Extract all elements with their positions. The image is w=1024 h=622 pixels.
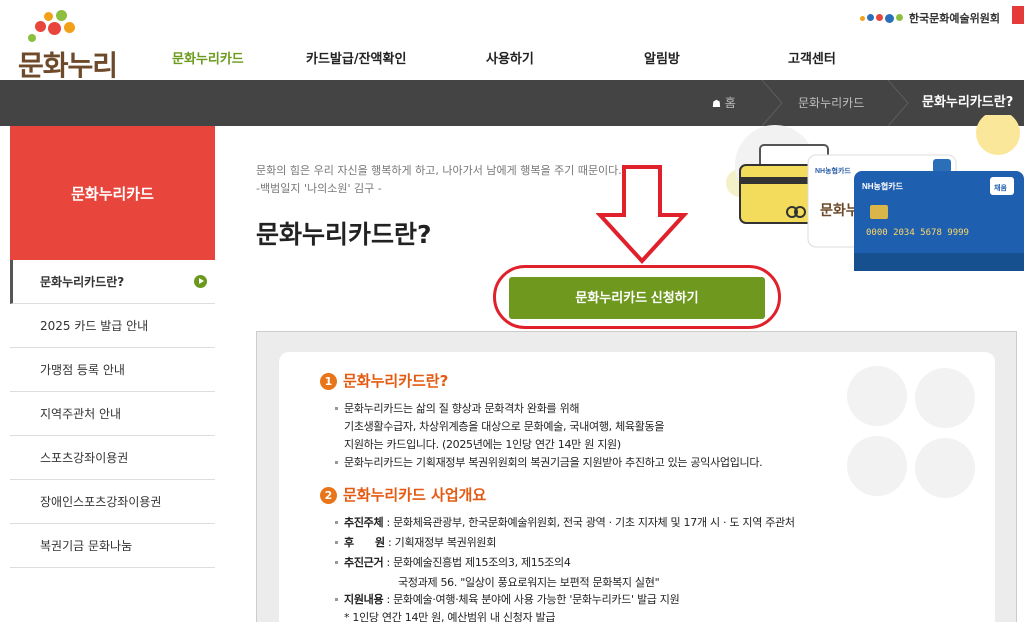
- page-title: 문화누리카드란?: [256, 220, 432, 249]
- section1-line: 문화누리카드는 기획재정부 복권위원회의 복권기금을 지원받아 추진하고 있는 …: [344, 456, 763, 469]
- bullet-icon: [335, 598, 338, 601]
- row-label: 추진주체: [344, 516, 384, 529]
- culture-card-illustration: NH농협카드 문화누리 NH농협카드 채움 0000 2034 5678 999…: [726, 115, 1024, 271]
- nav-issue-balance[interactable]: 카드발급/잔액확인: [306, 48, 406, 67]
- decor-circle: [847, 366, 907, 426]
- sidebar-item-merchant[interactable]: 가맹점 등록 안내: [10, 348, 215, 392]
- row-text: : 기획재정부 복권위원회: [384, 536, 497, 549]
- section2-row: 추진근거 : 문화예술진흥법 제15조의3, 제15조의4: [344, 554, 571, 570]
- sidebar-item-sports[interactable]: 스포츠강좌이용권: [10, 436, 215, 480]
- sidebar-item-label: 문화누리카드란?: [40, 275, 125, 289]
- section2-row: 지원내용 : 문화예술·여행·체육 분야에 사용 가능한 '문화누리카드' 발급…: [344, 591, 680, 607]
- row-label: 후 원: [344, 536, 385, 549]
- section1-line: 기초생활수급자, 차상위계층을 대상으로 문화예술, 국내여행, 체육활동을: [344, 420, 665, 433]
- sidebar: 문화누리카드 문화누리카드란? 2025 카드 발급 안내 가맹점 등록 안내 …: [10, 126, 215, 622]
- section1-title: 문화누리카드란?: [343, 372, 449, 390]
- bullet-icon: [335, 407, 338, 410]
- bullet-icon: [335, 561, 338, 564]
- sidebar-item-label: 장애인스포츠강좌이용권: [40, 495, 162, 509]
- card-back-brand: NH농협카드: [815, 166, 851, 175]
- quote-author: -백범일지 '나의소원' 김구 -: [256, 182, 382, 195]
- sidebar-item-disabled-sports[interactable]: 장애인스포츠강좌이용권: [10, 480, 215, 524]
- page: 문화누리 문화누리카드 카드발급/잔액확인 사용하기 알림방 고객센터 한국문화…: [0, 0, 1024, 622]
- sidebar-item-label: 지역주관처 안내: [40, 407, 122, 421]
- bullet-icon: [335, 461, 338, 464]
- sidebar-title: 문화누리카드: [10, 126, 215, 260]
- row-text: : 문화체육관광부, 한국문화예술위원회, 전국 광역 · 기초 지자체 및 1…: [383, 516, 795, 529]
- bullet-icon: [335, 541, 338, 544]
- nav-notice[interactable]: 알림방: [644, 48, 680, 67]
- section1-line: 지원하는 카드입니다. (2025년에는 1인당 연간 14만 원 지원): [344, 438, 621, 451]
- sidebar-item-regional[interactable]: 지역주관처 안내: [10, 392, 215, 436]
- section2-row: 국정과제 56. "일상이 풍요로워지는 보편적 문화복지 실현": [398, 574, 660, 590]
- main-nav: 문화누리카드 카드발급/잔액확인 사용하기 알림방 고객센터: [0, 48, 900, 70]
- home-icon: ☗: [712, 99, 721, 110]
- breadcrumb-home-label: 홈: [724, 96, 736, 110]
- sidebar-item-about[interactable]: 문화누리카드란?: [10, 260, 215, 304]
- arrow-right-icon: [194, 275, 207, 288]
- nav-culture-card[interactable]: 문화누리카드: [172, 48, 244, 67]
- card-number: 0000 2034 5678 9999: [866, 228, 969, 238]
- section1-line: 문화누리카드는 삶의 질 향상과 문화격차 완화를 위해: [344, 402, 580, 415]
- nav-usage[interactable]: 사용하기: [486, 48, 534, 67]
- org-name: 한국문화예술위원회: [908, 12, 1000, 25]
- card-front-brand: NH농협카드: [862, 181, 904, 191]
- row-text: 국정과제 56. "일상이 풍요로워지는 보편적 문화복지 실현": [398, 576, 660, 589]
- sidebar-item-lottery[interactable]: 복권기금 문화나눔: [10, 524, 215, 568]
- decor-circle: [847, 436, 907, 496]
- row-text: * 1인당 연간 14만 원, 예산범위 내 신청자 발급: [344, 611, 556, 622]
- annotation-highlight-oval: [493, 265, 781, 329]
- bullet-icon: [335, 521, 338, 524]
- nav-customer-center[interactable]: 고객센터: [788, 48, 836, 67]
- sidebar-item-label: 가맹점 등록 안내: [40, 363, 125, 377]
- site-header: 문화누리 문화누리카드 카드발급/잔액확인 사용하기 알림방 고객센터 한국문화…: [0, 0, 1024, 82]
- quote-line: 문화의 힘은 우리 자신을 행복하게 하고, 나아가서 남에게 행복을 주기 때…: [256, 164, 622, 177]
- section-number-badge: 2: [320, 487, 337, 504]
- annotation-down-arrow-icon: [596, 165, 688, 264]
- sidebar-item-label: 스포츠강좌이용권: [40, 451, 129, 465]
- section2-row: 후 원 : 기획재정부 복권위원회: [344, 534, 496, 550]
- decor-circle: [915, 438, 975, 498]
- card-front-badge: 채움: [994, 183, 1007, 192]
- header-red-tab[interactable]: [1012, 6, 1024, 24]
- row-label: 추진근거: [344, 556, 384, 569]
- decor-circle: [915, 368, 975, 428]
- org-logo-icon: [859, 13, 903, 23]
- intro-quote: 문화의 힘은 우리 자신을 행복하게 하고, 나아가서 남에게 행복을 주기 때…: [256, 162, 622, 198]
- section2-row: * 1인당 연간 14만 원, 예산범위 내 신청자 발급: [344, 609, 555, 622]
- section2-row: 추진주체 : 문화체육관광부, 한국문화예술위원회, 전국 광역 · 기초 지자…: [344, 514, 795, 530]
- sidebar-item-label: 복권기금 문화나눔: [40, 539, 133, 553]
- sidebar-item-label: 2025 카드 발급 안내: [40, 319, 149, 333]
- section2-title: 문화누리카드 사업개요: [343, 486, 487, 504]
- sidebar-item-issue-2025[interactable]: 2025 카드 발급 안내: [10, 304, 215, 348]
- row-label: 지원내용: [344, 593, 384, 606]
- section-number-badge: 1: [320, 373, 337, 390]
- row-text: : 문화예술진흥법 제15조의3, 제15조의4: [383, 556, 571, 569]
- row-text: : 문화예술·여행·체육 분야에 사용 가능한 '문화누리카드' 발급 지원: [383, 593, 680, 606]
- org-link[interactable]: 한국문화예술위원회: [859, 10, 1000, 26]
